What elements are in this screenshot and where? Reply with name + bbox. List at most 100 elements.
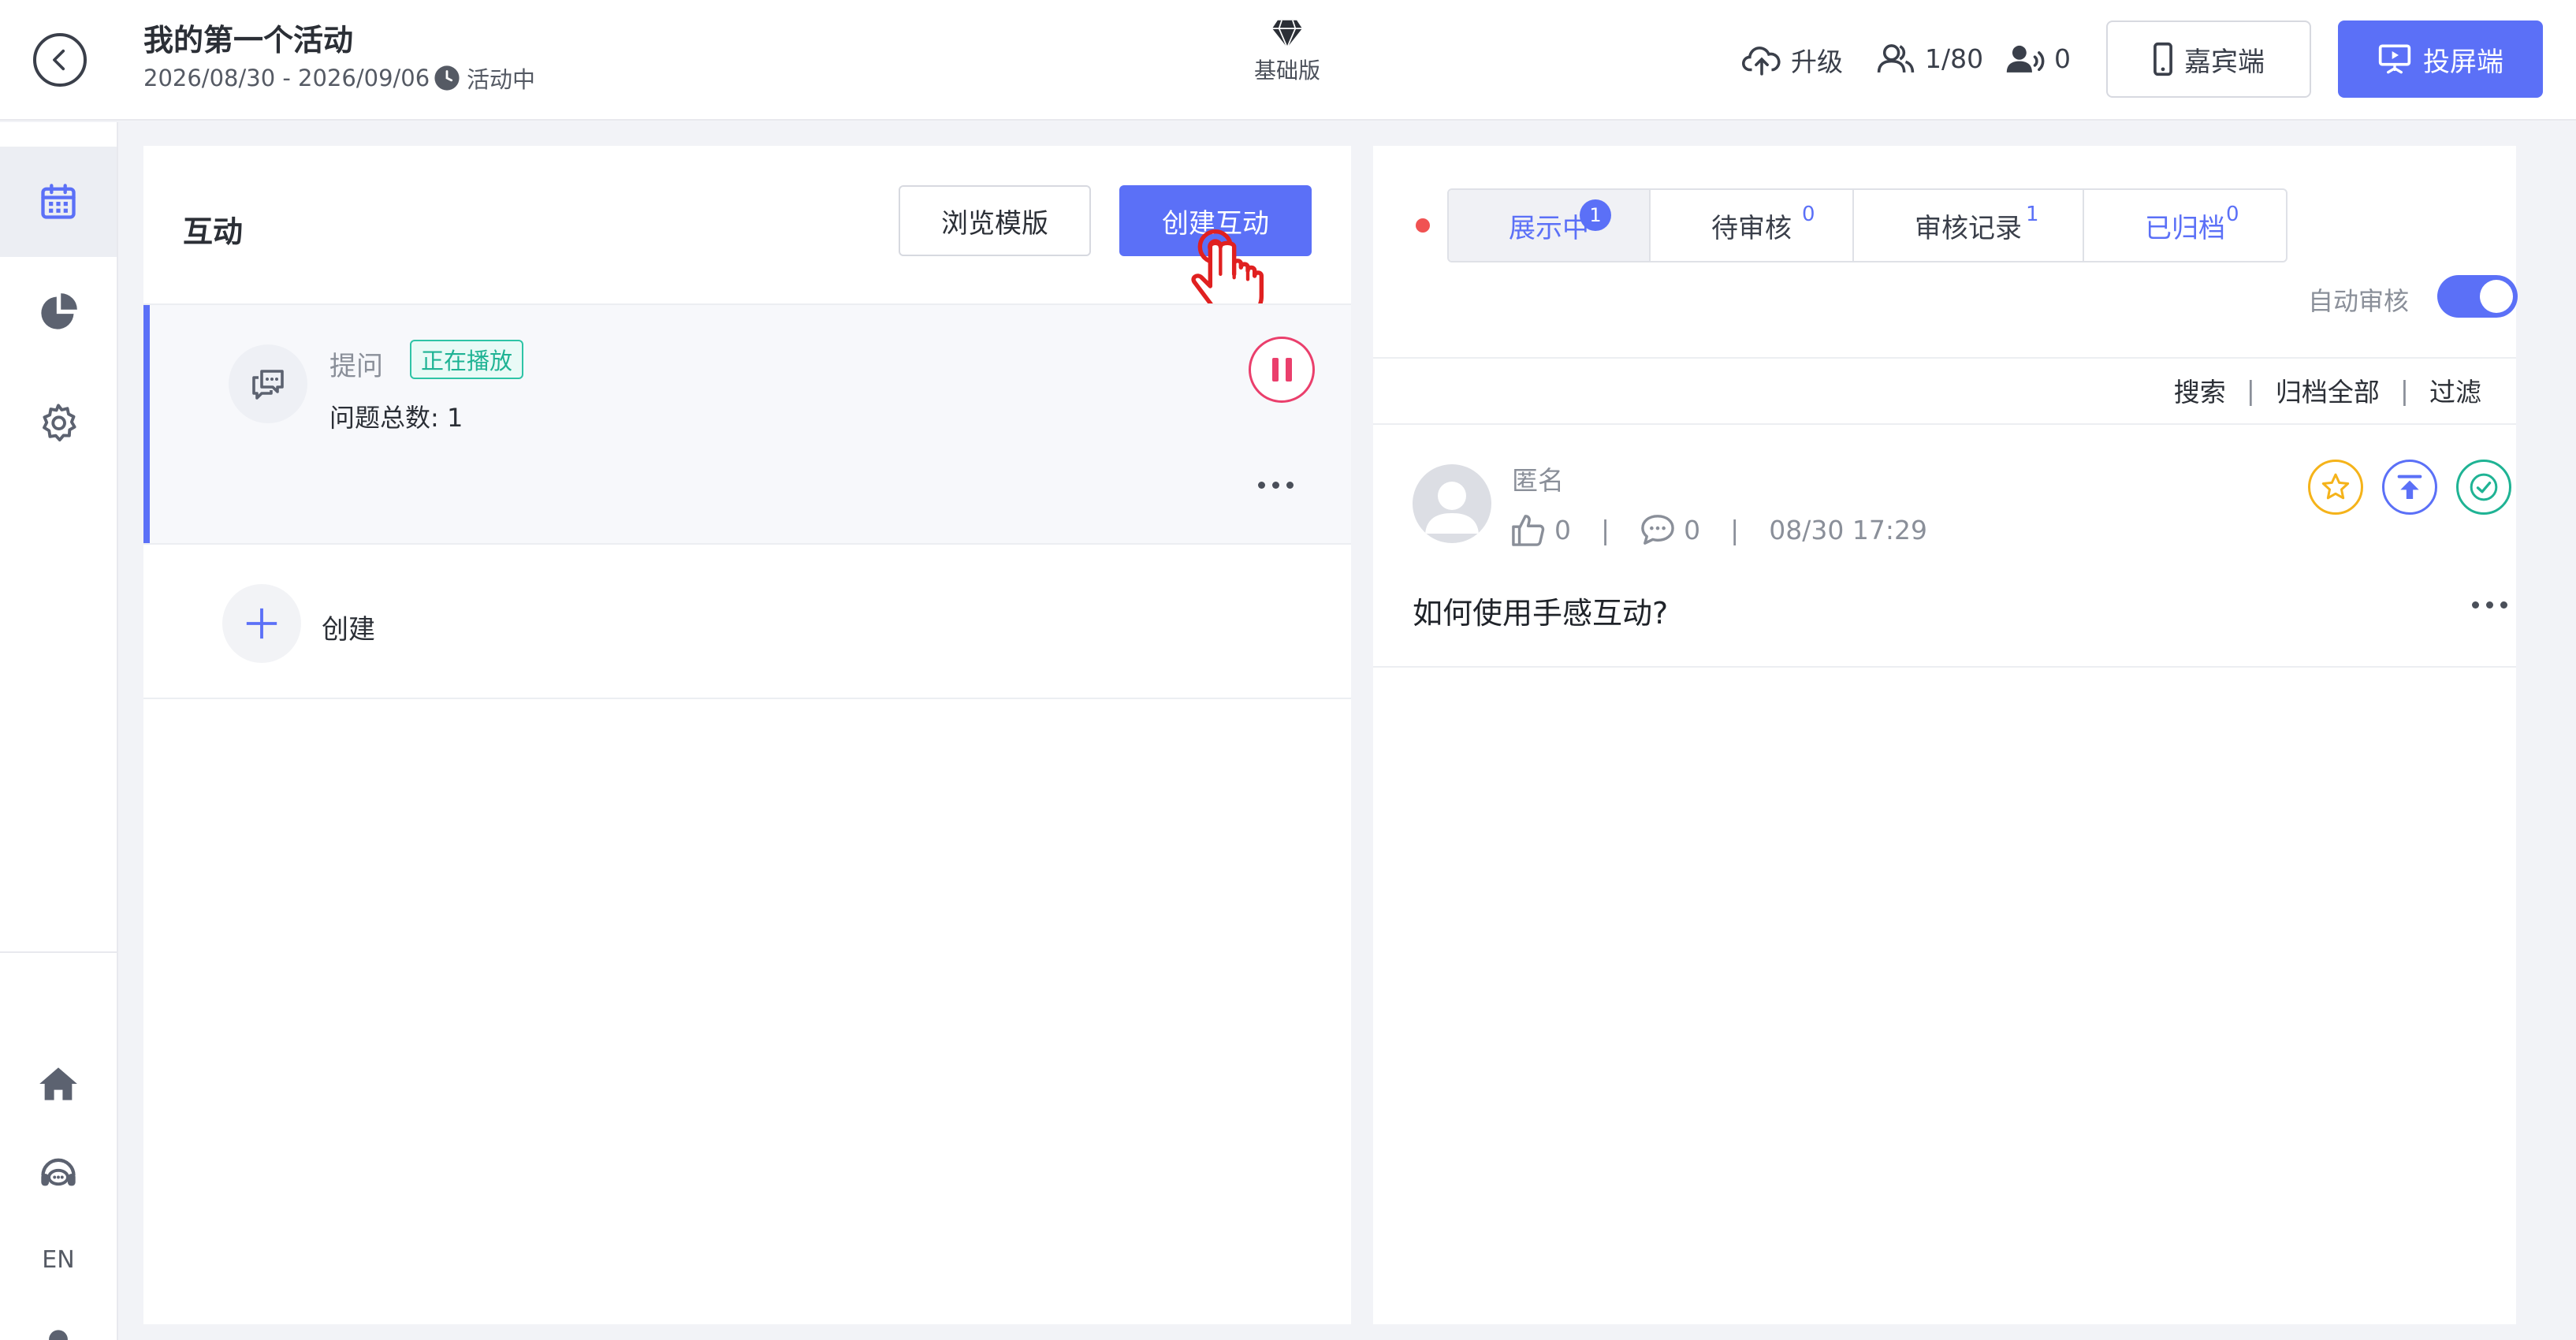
live-indicator	[1416, 218, 1430, 233]
star-button[interactable]	[2308, 460, 2363, 515]
question-meta: 0 | 0 | 08/30 17:29	[1510, 513, 1927, 546]
interaction-type: 提问	[329, 351, 383, 382]
plus-icon-wrap	[222, 584, 301, 663]
sidebar-item-statistics[interactable]	[0, 257, 117, 367]
divider	[1373, 357, 2516, 359]
online-count[interactable]: 0	[2005, 41, 2071, 76]
tab-count: 0	[1802, 203, 1815, 226]
question-text: 如何使用手感互动?	[1413, 596, 1669, 631]
phone-icon	[2153, 42, 2172, 76]
tab-review-history[interactable]: 审核记录 1	[1854, 190, 2084, 261]
top-header: 我的第一个活动 2026/08/30 - 2026/09/06 活动中 基础版 …	[0, 0, 2576, 121]
plus-icon	[246, 608, 277, 639]
back-button[interactable]	[33, 33, 87, 87]
clock-icon	[434, 65, 460, 91]
check-circle-icon	[2470, 473, 2498, 501]
guest-view-label: 嘉宾端	[2184, 46, 2265, 78]
comment-icon[interactable]	[1640, 513, 1676, 546]
tab-showing[interactable]: 展示中 1	[1449, 190, 1651, 261]
event-title: 我的第一个活动	[143, 23, 354, 58]
plan-label: 基础版	[1253, 58, 1320, 84]
question-more-options-icon[interactable]	[2472, 601, 2507, 609]
online-count-label: 0	[2054, 43, 2071, 74]
thumbs-up-icon[interactable]	[1510, 513, 1547, 546]
chevron-left-icon	[53, 49, 65, 71]
users-icon	[1877, 44, 1915, 73]
playing-status-badge: 正在播放	[410, 340, 524, 379]
panel-title: 互动	[183, 214, 244, 249]
upgrade-link[interactable]: 升级	[1742, 41, 1843, 79]
sidebar-divider	[0, 951, 117, 953]
projection-label: 投屏端	[2423, 46, 2503, 78]
filter-link[interactable]: 过滤	[2429, 371, 2481, 409]
tab-pending[interactable]: 待审核 0	[1651, 190, 1854, 261]
tab-label: 审核记录	[1915, 212, 2022, 244]
user-icon	[49, 1330, 68, 1340]
event-dates: 2026/08/30 - 2026/09/06	[143, 65, 430, 91]
interaction-type-icon-wrap	[229, 344, 307, 423]
projection-button[interactable]: 投屏端	[2338, 20, 2543, 98]
gear-icon	[43, 404, 76, 442]
language-label: EN	[42, 1245, 75, 1274]
tab-archived[interactable]: 已归档 0	[2084, 190, 2286, 261]
meta-separator: |	[1601, 514, 1610, 545]
chat-bubbles-icon	[252, 370, 284, 400]
pin-to-top-button[interactable]	[2382, 460, 2437, 515]
auto-review-label: 自动审核	[2308, 286, 2410, 316]
attendees-count[interactable]: 1/80	[1876, 41, 1983, 76]
tab-label: 已归档	[2145, 212, 2225, 244]
pause-icon-bar	[1271, 358, 1279, 382]
meta-separator: |	[1730, 514, 1740, 545]
tab-count: 0	[2226, 203, 2239, 226]
event-status: 活动中	[434, 61, 535, 95]
divider	[1373, 666, 2516, 668]
guest-view-button[interactable]: 嘉宾端	[2106, 20, 2311, 98]
pin-top-icon	[2397, 475, 2422, 499]
create-label: 创建	[322, 614, 375, 646]
more-options-icon[interactable]	[1258, 482, 1294, 489]
cloud-upload-icon	[1742, 47, 1781, 76]
pause-button[interactable]	[1249, 337, 1315, 403]
questions-panel: 展示中 1 待审核 0 审核记录 1 已归档 0 自动审核 搜索 | 归档全部 …	[1373, 146, 2518, 1324]
interaction-card[interactable]: 提问 正在播放 问题总数: 1	[143, 305, 1351, 543]
interaction-panel: 互动 浏览模版 创建互动 提问 正在播放 问题总数: 1 创建	[143, 146, 1351, 1324]
plan-indicator[interactable]: 基础版	[1244, 19, 1331, 85]
question-count: 问题总数: 1	[329, 403, 463, 433]
browse-templates-button[interactable]: 浏览模版	[899, 185, 1091, 256]
likes-count: 0	[1554, 514, 1571, 545]
tab-count: 1	[2026, 203, 2039, 226]
question-author: 匿名	[1512, 465, 1564, 496]
create-interaction-row[interactable]: 创建	[143, 545, 1351, 699]
tab-label: 待审核	[1711, 212, 1792, 244]
default-avatar-icon	[1425, 482, 1479, 534]
avatar	[1413, 464, 1491, 543]
comments-count: 0	[1684, 514, 1701, 545]
star-icon	[2321, 473, 2350, 500]
action-separator: |	[2399, 374, 2409, 406]
attendees-count-label: 1/80	[1925, 43, 1984, 74]
pause-icon-bar	[1285, 358, 1292, 382]
archive-all-link[interactable]: 归档全部	[2276, 371, 2380, 409]
question-tabs: 展示中 1 待审核 0 审核记录 1 已归档 0	[1447, 188, 2288, 262]
question-time: 08/30 17:29	[1769, 514, 1927, 545]
approve-button[interactable]	[2456, 460, 2511, 515]
auto-review-toggle[interactable]	[2437, 275, 2518, 318]
sidebar-item-settings[interactable]	[0, 367, 117, 478]
divider	[1373, 423, 2516, 425]
user-online-icon	[2006, 45, 2045, 73]
event-status-label: 活动中	[467, 66, 536, 93]
toggle-knob	[2480, 280, 2513, 313]
sidebar: EN	[0, 122, 118, 1340]
search-link[interactable]: 搜索	[2174, 371, 2226, 409]
sidebar-item-account[interactable]	[0, 1292, 117, 1340]
pie-chart-icon	[41, 293, 77, 329]
headset-icon	[41, 1158, 76, 1186]
upgrade-label: 升级	[1791, 47, 1843, 77]
question-actions: 搜索 | 归档全部 | 过滤	[2174, 371, 2481, 409]
sidebar-item-calendar[interactable]	[0, 147, 117, 257]
diamond-icon	[1272, 20, 1302, 48]
home-icon	[39, 1067, 77, 1100]
tab-count-badge: 1	[1580, 199, 1611, 231]
action-separator: |	[2246, 374, 2255, 406]
calendar-icon	[41, 184, 76, 219]
